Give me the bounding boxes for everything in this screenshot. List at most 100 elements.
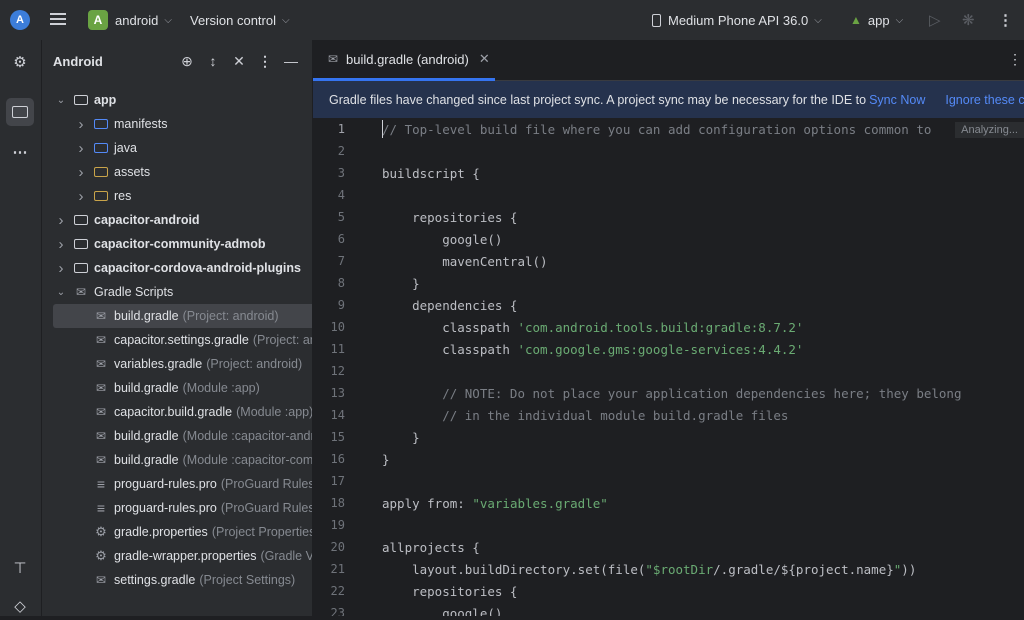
tab-options-icon[interactable]: ⋮ bbox=[1008, 51, 1022, 68]
tree-item-label: gradle.properties bbox=[114, 525, 208, 539]
text-file-icon: ≡ bbox=[96, 476, 106, 492]
structure-icon[interactable]: ⚙ bbox=[6, 48, 34, 76]
project-folder-icon[interactable] bbox=[6, 98, 34, 126]
tree-item[interactable]: ✉ build.gradle (Project: android) bbox=[53, 304, 312, 328]
tree-item-label: manifests bbox=[114, 117, 168, 131]
hide-panel-icon[interactable]: — bbox=[282, 52, 300, 70]
options-icon[interactable]: ⋮ bbox=[256, 52, 274, 70]
properties-gear-icon: ⚙ bbox=[95, 548, 107, 563]
line-number: 12 bbox=[330, 364, 345, 378]
tree-item-label: build.gradle bbox=[114, 381, 179, 395]
tree-item-hint: (Project: and bbox=[252, 333, 312, 347]
tree-item[interactable]: › java bbox=[42, 136, 312, 160]
code-token: repositories { bbox=[382, 209, 518, 225]
title-bar: A A android ⌵ Version control ⌵ Medium P… bbox=[0, 0, 1024, 41]
tree-item[interactable]: › capacitor-android bbox=[42, 208, 312, 232]
more-tools-icon[interactable]: ⋯ bbox=[6, 138, 34, 166]
tree-item[interactable]: ≡ proguard-rules.pro(ProGuard Rules fo bbox=[42, 472, 312, 496]
line-text: apply from: "variables.gradle" bbox=[382, 496, 608, 511]
code-line: 16} bbox=[313, 448, 1024, 470]
tree-item-label: build.gradle bbox=[114, 309, 179, 323]
tree-item-hint: (Gradle Ve bbox=[260, 549, 312, 563]
close-icon[interactable]: ✕ bbox=[479, 51, 490, 67]
line-number: 1 bbox=[337, 122, 345, 136]
tree-item[interactable]: ✉ build.gradle (Module :capacitor-andro bbox=[42, 424, 312, 448]
code-line: 4 bbox=[313, 184, 1024, 206]
tree-item[interactable]: ✉ build.gradle (Module :app) bbox=[42, 376, 312, 400]
tree-item[interactable]: › capacitor-community-admob bbox=[42, 232, 312, 256]
gradle-icon: ✉ bbox=[95, 429, 107, 443]
version-control-label: Version control bbox=[190, 12, 276, 28]
chevron-right-icon[interactable]: › bbox=[75, 116, 87, 133]
tool-window-strip: ⚙ ⋯ ⊤ ◇ bbox=[0, 40, 42, 616]
tree-item[interactable]: ✉ settings.gradle (Project Settings) bbox=[42, 568, 312, 592]
ignore-changes-link[interactable]: Ignore these changes bbox=[945, 93, 1024, 107]
run-icon[interactable]: ▷ bbox=[929, 0, 941, 40]
code-line: 5 repositories { bbox=[313, 206, 1024, 228]
code-line: 8 } bbox=[313, 272, 1024, 294]
device-selector[interactable]: Medium Phone API 36.0 ⌵ bbox=[652, 0, 822, 40]
chevron-right-icon[interactable]: › bbox=[75, 140, 87, 157]
module-folder-icon bbox=[73, 261, 89, 275]
tree-item[interactable]: ✉ capacitor.settings.gradle(Project: and bbox=[42, 328, 312, 352]
chevron-right-icon[interactable]: › bbox=[55, 236, 67, 253]
chevron-right-icon[interactable]: › bbox=[55, 212, 67, 229]
code-editor[interactable]: Analyzing... 1// Top-level build file wh… bbox=[313, 118, 1024, 616]
chevron-right-icon[interactable]: › bbox=[75, 188, 87, 205]
line-text: google() bbox=[382, 606, 502, 617]
build-icon[interactable]: ⊤ bbox=[6, 554, 34, 582]
tree-item[interactable]: ✉ build.gradle (Module :capacitor-comm bbox=[42, 448, 312, 472]
run-config-selector[interactable]: ▲ app ⌵ bbox=[850, 0, 903, 40]
tab-build-gradle[interactable]: ✉ build.gradle (android) ✕ bbox=[313, 40, 495, 81]
chevron-right-icon[interactable]: › bbox=[75, 164, 87, 181]
line-number: 18 bbox=[330, 496, 345, 510]
tree-item-label: build.gradle bbox=[114, 429, 179, 443]
code-string: "variables.gradle" bbox=[472, 495, 608, 511]
sync-now-link[interactable]: Sync Now bbox=[869, 93, 925, 107]
code-line: 19 bbox=[313, 514, 1024, 536]
folder-icon bbox=[93, 117, 109, 131]
tree-item[interactable]: ⚙ gradle-wrapper.properties(Gradle Ve bbox=[42, 544, 312, 568]
code-token: google() bbox=[382, 231, 503, 247]
expand-all-icon[interactable]: ↕ bbox=[204, 52, 222, 70]
tree-item[interactable]: ✉ capacitor.build.gradle (Module :app) bbox=[42, 400, 312, 424]
tree-item[interactable]: ⌄ ✉ Gradle Scripts bbox=[42, 280, 312, 304]
collapse-all-icon[interactable]: ✕ bbox=[230, 52, 248, 70]
tree-item[interactable]: ✉ variables.gradle (Project: android) bbox=[42, 352, 312, 376]
version-control-menu[interactable]: Version control ⌵ bbox=[190, 0, 290, 40]
gradle-icon: ✉ bbox=[95, 309, 107, 323]
tree-item[interactable]: ≡ proguard-rules.pro(ProGuard Rules fc bbox=[42, 496, 312, 520]
line-text: } bbox=[382, 430, 420, 445]
panel-title[interactable]: Android bbox=[53, 54, 103, 69]
debug-icon[interactable]: ❋ bbox=[962, 0, 975, 40]
tree-item[interactable]: › capacitor-cordova-android-plugins bbox=[42, 256, 312, 280]
code-token: apply from: bbox=[382, 495, 473, 511]
tree-item[interactable]: › assets bbox=[42, 160, 312, 184]
tree-item[interactable]: › res bbox=[42, 184, 312, 208]
app-logo-icon[interactable]: A bbox=[10, 10, 30, 30]
tree-item-label: capacitor-community-admob bbox=[94, 237, 266, 251]
chevron-right-icon[interactable]: › bbox=[55, 260, 67, 277]
code-line: 7 mavenCentral() bbox=[313, 250, 1024, 272]
more-actions-icon[interactable]: ⋮ bbox=[998, 0, 1013, 40]
code-token: layout.buildDirectory.set(file( bbox=[382, 561, 646, 577]
line-text: repositories { bbox=[382, 210, 517, 225]
tree-item[interactable]: ⌄ app bbox=[42, 88, 312, 112]
code-token: )) bbox=[901, 561, 917, 577]
project-selector[interactable]: A android ⌵ bbox=[88, 0, 172, 40]
chevron-down-icon[interactable]: ⌄ bbox=[55, 95, 67, 106]
editor-area: ✉ build.gradle (android) ✕ ⋮ Gradle file… bbox=[313, 40, 1024, 616]
main-menu-icon[interactable] bbox=[50, 13, 66, 27]
locate-icon[interactable]: ⊕ bbox=[178, 52, 196, 70]
code-line: 6 google() bbox=[313, 228, 1024, 250]
tree-item[interactable]: › manifests bbox=[42, 112, 312, 136]
tree-item-label: java bbox=[114, 141, 137, 155]
chevron-down-icon[interactable]: ⌄ bbox=[55, 287, 67, 298]
sync-banner: Gradle files have changed since last pro… bbox=[313, 81, 1024, 118]
code-line: 1 // Top-level build file where you can a… bbox=[313, 118, 1024, 140]
code-line: 22 repositories { bbox=[313, 580, 1024, 602]
line-text: classpath 'com.android.tools.build:gradl… bbox=[382, 320, 803, 335]
line-text: } bbox=[382, 276, 420, 291]
resource-folder-icon bbox=[93, 165, 109, 179]
tree-item[interactable]: ⚙ gradle.properties (Project Properties) bbox=[42, 520, 312, 544]
